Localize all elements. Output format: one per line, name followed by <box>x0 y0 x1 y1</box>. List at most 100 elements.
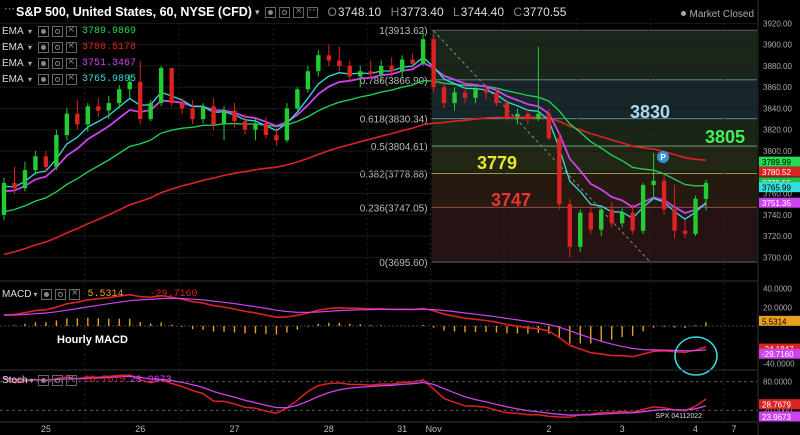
eye-icon[interactable] <box>265 6 277 18</box>
candle-body <box>525 113 531 120</box>
gear-icon[interactable] <box>52 57 64 69</box>
eye-icon[interactable] <box>41 288 53 300</box>
big-level-label: 3779 <box>477 153 517 173</box>
ema-value: 3765.9895 <box>82 73 137 85</box>
ema-label: EMA <box>2 73 24 85</box>
price-axis-tick: 3740.00 <box>763 211 792 220</box>
chevron-down-icon[interactable]: ▾ <box>33 290 37 299</box>
status-dot-icon <box>680 11 686 16</box>
macd-axis-tick: -40.0000 <box>763 359 795 368</box>
gear-icon[interactable] <box>52 41 64 53</box>
time-axis-label: 27 <box>229 424 239 434</box>
macd-price-label: -29.7160 <box>762 350 794 359</box>
close-icon[interactable] <box>293 5 305 18</box>
chevron-down-icon[interactable]: ▾ <box>28 27 32 36</box>
stoch-d-value: 23.9673 <box>129 374 172 386</box>
candle-body <box>358 71 363 77</box>
candle-body <box>431 39 436 88</box>
stoch-label: Stoch <box>2 374 28 386</box>
symbol-title[interactable]: S&P 500, United States, 60, NYSE (CFD) <box>16 5 252 19</box>
gear-icon[interactable] <box>55 288 67 300</box>
ohlc-low-key: L <box>452 5 460 19</box>
ohlc-high-key: H <box>390 5 400 19</box>
candle-body <box>263 123 269 136</box>
gear-icon[interactable] <box>52 73 64 85</box>
macd-price-label: 5.5314 <box>762 317 787 326</box>
eye-icon[interactable] <box>37 374 49 386</box>
ema-legend-row-2[interactable]: EMA ▾ 3780.5178 <box>2 40 136 54</box>
candle-body <box>242 121 248 130</box>
price-label: 3751.35 <box>762 199 791 208</box>
ema-legend-row-1[interactable]: EMA ▾ 3789.9869 <box>2 24 136 38</box>
candle-body <box>22 170 28 189</box>
time-axis-label: 31 <box>397 424 407 434</box>
close-icon[interactable] <box>69 287 81 300</box>
chevron-down-icon[interactable]: ▾ <box>28 43 32 52</box>
price-axis-tick: 3920.00 <box>763 19 792 28</box>
chevron-down-icon[interactable]: ▾ <box>28 59 32 68</box>
close-icon[interactable] <box>66 40 78 53</box>
candle-body <box>211 106 216 125</box>
big-level-label: 3747 <box>491 190 531 210</box>
eye-icon[interactable] <box>38 73 50 85</box>
candle-body <box>410 59 415 64</box>
ema-legend-row-3[interactable]: EMA ▾ 3751.3467 <box>2 56 136 70</box>
macd-label: MACD <box>2 288 32 300</box>
price-axis-tick: 3820.00 <box>763 126 792 135</box>
candle-body <box>75 113 80 125</box>
price-axis-tick: 3840.00 <box>763 104 792 113</box>
macd-legend[interactable]: MACD▾ 5.5314 -29.7160 <box>2 287 198 301</box>
ema-label: EMA <box>2 57 24 69</box>
candle-body <box>43 156 49 167</box>
time-axis-label: 3 <box>620 424 625 434</box>
eye-icon[interactable] <box>38 41 50 53</box>
candle-body <box>148 103 153 120</box>
candle-body <box>441 87 447 104</box>
more-icon[interactable] <box>307 3 319 18</box>
close-icon[interactable] <box>66 56 78 69</box>
fib-label: 0.618(3830.34) <box>360 115 428 126</box>
candle-body <box>1 182 7 215</box>
candle-body <box>232 110 237 122</box>
ema-legend-row-4[interactable]: EMA ▾ 3765.9895 <box>2 72 136 86</box>
candle-body <box>117 89 122 104</box>
symbol-menu-icon[interactable] <box>4 2 15 18</box>
close-icon[interactable] <box>66 72 78 85</box>
price-label: 3780.52 <box>762 168 791 177</box>
candle-body <box>672 209 677 231</box>
chevron-down-icon[interactable]: ▾ <box>255 7 260 18</box>
watermark: SPX 04112022 <box>655 413 702 420</box>
candle-body <box>179 103 185 109</box>
macd-line-value: -29.7160 <box>149 288 198 300</box>
gear-icon[interactable] <box>51 374 63 386</box>
stoch-legend[interactable]: Stoch▾ 28.7679 23.9673 <box>2 373 172 387</box>
gear-icon[interactable] <box>279 6 291 18</box>
chevron-down-icon[interactable]: ▾ <box>30 376 34 385</box>
candle-body <box>284 108 290 141</box>
candle-body <box>536 113 541 120</box>
candle-body <box>494 92 499 104</box>
gear-icon[interactable] <box>52 25 64 37</box>
ohlc-readout: O3748.10 H3773.40 L3744.40 C3770.55 <box>327 5 572 19</box>
candle-body <box>578 212 583 247</box>
close-icon[interactable] <box>66 24 78 37</box>
time-axis-label: 4 <box>693 424 698 434</box>
time-axis-label: Nov <box>426 424 443 434</box>
price-axis-tick: 3880.00 <box>763 62 792 71</box>
candle-body <box>305 71 311 90</box>
eye-icon[interactable] <box>38 25 50 37</box>
hourly-macd-label: Hourly MACD <box>57 334 128 346</box>
candle-body <box>96 106 101 111</box>
chevron-down-icon[interactable]: ▾ <box>28 75 32 84</box>
ohlc-close-value: 3770.55 <box>523 5 567 19</box>
big-level-label: 3830 <box>630 102 670 122</box>
ohlc-open-key: O <box>327 5 337 19</box>
price-axis-tick: 3860.00 <box>763 83 792 92</box>
fib-zone <box>431 207 757 263</box>
market-status: Market Closed <box>680 9 754 20</box>
close-icon[interactable] <box>65 373 77 386</box>
candle-body <box>347 65 352 77</box>
eye-icon[interactable] <box>38 57 50 69</box>
candle-body <box>515 113 520 117</box>
ema-label: EMA <box>2 41 24 53</box>
